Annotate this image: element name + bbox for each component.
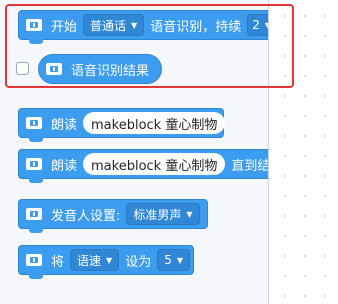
block-notch bbox=[29, 178, 43, 183]
set-speech-param-block[interactable]: 将 语速 ▼ 设为 5 ▼ bbox=[18, 245, 194, 279]
microphone-icon bbox=[25, 18, 43, 32]
param-dropdown-value: 语速 bbox=[77, 253, 102, 268]
block-notch bbox=[29, 274, 43, 279]
speak-label: 朗读 bbox=[51, 117, 78, 133]
voice-dropdown-value: 标准男声 bbox=[133, 207, 182, 222]
microphone-icon bbox=[25, 157, 43, 171]
block-notch bbox=[29, 228, 43, 233]
block-palette: 开始 普通话 ▼ 语音识别，持续 2 ▼ 语音识别结果 朗读 makeblock… bbox=[0, 0, 268, 304]
duration-dropdown-value: 2 bbox=[252, 18, 260, 32]
speech-recognition-result-reporter[interactable]: 语音识别结果 bbox=[38, 54, 162, 84]
set-to-label: 设为 bbox=[125, 254, 152, 270]
microphone-icon bbox=[25, 253, 43, 267]
microphone-icon bbox=[25, 207, 43, 221]
set-label: 将 bbox=[51, 254, 65, 270]
block-label-recognition: 语音识别，持续 bbox=[150, 19, 242, 35]
monitor-checkbox[interactable] bbox=[16, 62, 29, 75]
value-dropdown[interactable]: 5 ▼ bbox=[157, 249, 190, 271]
caret-down-icon: ▼ bbox=[106, 255, 113, 265]
microphone-icon bbox=[45, 62, 63, 76]
block-label-start: 开始 bbox=[51, 19, 78, 35]
value-dropdown-value: 5 bbox=[164, 253, 172, 267]
voice-setting-block[interactable]: 发音人设置: 标准男声 ▼ bbox=[18, 199, 208, 233]
caret-down-icon: ▼ bbox=[131, 20, 138, 30]
speak-until-done-block[interactable]: 朗读 makeblock 童心制物 直到结束 bbox=[18, 149, 268, 183]
caret-down-icon: ▼ bbox=[176, 255, 183, 265]
caret-down-icon: ▼ bbox=[186, 209, 193, 219]
reporter-label: 语音识别结果 bbox=[71, 63, 150, 79]
block-notch bbox=[29, 39, 43, 44]
language-dropdown-value: 普通话 bbox=[90, 18, 127, 33]
speak-until-suffix: 直到结束 bbox=[231, 158, 268, 174]
speak-text-input[interactable]: makeblock 童心制物 bbox=[83, 112, 226, 134]
speak-until-label: 朗读 bbox=[51, 158, 78, 174]
param-dropdown[interactable]: 语速 ▼ bbox=[70, 249, 120, 271]
speak-block[interactable]: 朗读 makeblock 童心制物 bbox=[18, 108, 226, 142]
voice-setting-label: 发音人设置: bbox=[51, 208, 121, 224]
voice-dropdown[interactable]: 标准男声 ▼ bbox=[126, 203, 200, 225]
microphone-icon bbox=[25, 116, 43, 130]
duration-dropdown[interactable]: 2 ▼ bbox=[247, 14, 268, 36]
script-workspace[interactable] bbox=[269, 0, 338, 304]
speak-until-text-input[interactable]: makeblock 童心制物 bbox=[83, 153, 226, 175]
block-notch bbox=[29, 137, 43, 142]
language-dropdown[interactable]: 普通话 ▼ bbox=[83, 14, 145, 36]
start-speech-recognition-block[interactable]: 开始 普通话 ▼ 语音识别，持续 2 ▼ bbox=[18, 10, 268, 44]
